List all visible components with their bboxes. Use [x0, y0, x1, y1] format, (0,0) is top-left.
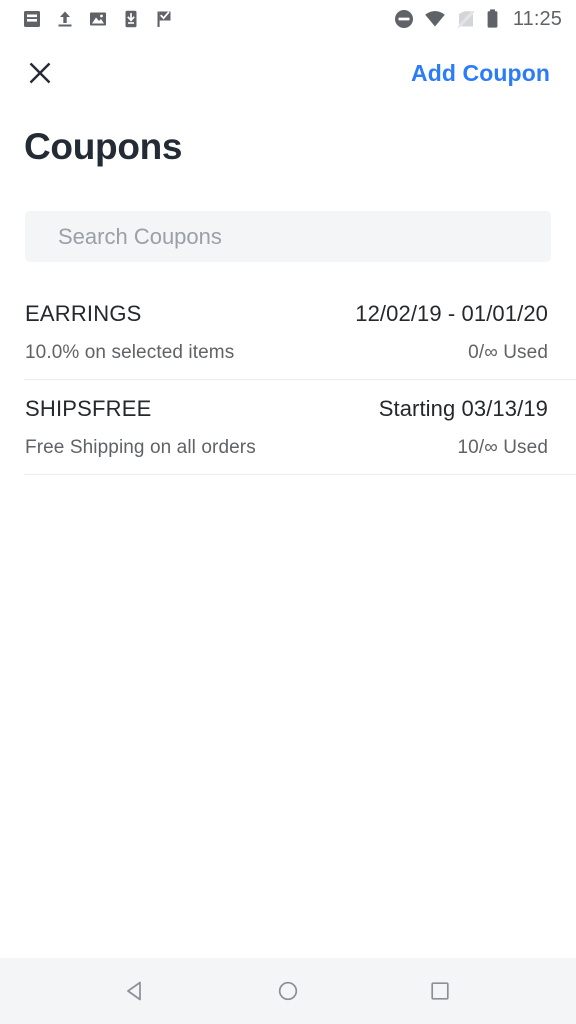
- system-status-icons: 11:25: [393, 8, 562, 31]
- recents-square-icon: [431, 982, 449, 1000]
- close-icon: [29, 62, 51, 84]
- coupon-list: EARRINGS 12/02/19 - 01/01/20 10.0% on se…: [0, 285, 576, 475]
- upload-icon: [58, 11, 72, 27]
- back-button[interactable]: [108, 963, 164, 1019]
- do-not-disturb-icon: [394, 10, 413, 28]
- checkmark-flag-icon: [157, 11, 171, 27]
- home-circle-icon: [278, 981, 298, 1001]
- row-divider: [24, 474, 576, 475]
- wifi-icon: [425, 11, 445, 27]
- table-row[interactable]: SHIPSFREE Starting 03/13/19 Free Shippin…: [0, 380, 576, 475]
- coupon-dates: Starting 03/13/19: [378, 396, 548, 421]
- coupon-usage: 0/∞ Used: [468, 342, 548, 363]
- coupon-code: EARRINGS: [25, 301, 142, 326]
- recents-button[interactable]: [412, 963, 468, 1019]
- battery-icon: [487, 9, 498, 28]
- app-bar: Add Coupon: [0, 38, 576, 108]
- download-to-phone-icon: [125, 10, 137, 28]
- home-button[interactable]: [260, 963, 316, 1019]
- status-bar: 11:25: [0, 0, 576, 38]
- search-field-wrapper: [25, 211, 551, 262]
- image-icon: [90, 12, 106, 26]
- coupon-code: SHIPSFREE: [25, 396, 152, 421]
- back-triangle-icon: [127, 981, 141, 1001]
- coupon-usage: 10/∞ Used: [457, 437, 548, 458]
- search-input[interactable]: [25, 211, 551, 262]
- add-coupon-button[interactable]: Add Coupon: [411, 60, 550, 87]
- phone-screen: 11:25 Add Coupon Coupons EARRINGS 12/02/…: [0, 0, 576, 1024]
- status-clock: 11:25: [512, 7, 562, 30]
- article-icon: [24, 11, 40, 27]
- table-row[interactable]: EARRINGS 12/02/19 - 01/01/20 10.0% on se…: [0, 285, 576, 380]
- no-sim-icon: [457, 10, 475, 29]
- coupon-dates: 12/02/19 - 01/01/20: [355, 301, 548, 326]
- page-title: Coupons: [24, 126, 183, 167]
- close-button[interactable]: [22, 55, 58, 91]
- notification-icons: [22, 9, 174, 29]
- android-navigation-bar: [0, 958, 576, 1024]
- coupon-description: 10.0% on selected items: [25, 342, 235, 363]
- coupon-description: Free Shipping on all orders: [25, 437, 256, 458]
